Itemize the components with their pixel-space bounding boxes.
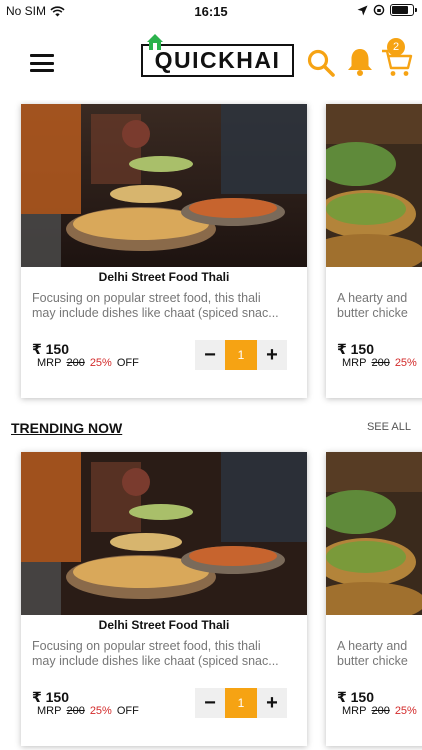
- description-line: butter chicke: [337, 654, 408, 668]
- product-description: Focusing on popular street food, this th…: [32, 639, 296, 669]
- discount-percent: 25%: [89, 705, 112, 717]
- off-label: OFF: [116, 705, 139, 717]
- decrement-button[interactable]: −: [195, 340, 225, 370]
- product-price: ₹ 150: [337, 341, 374, 357]
- location-arrow-icon: [357, 5, 368, 15]
- mrp-label: MRP: [37, 705, 62, 717]
- trending-carousel[interactable]: Delhi Street Food Thali Focusing on popu…: [0, 448, 422, 746]
- search-icon[interactable]: [306, 48, 336, 78]
- trending-section-header: TRENDING NOW SEE ALL: [0, 420, 422, 440]
- product-price: ₹ 150: [32, 341, 69, 357]
- mrp-label: MRP: [37, 357, 62, 369]
- product-title: Delhi Street Food Thali: [98, 270, 230, 284]
- battery-icon: [390, 4, 417, 16]
- mrp-info: MRP 200 25%: [342, 357, 417, 369]
- product-card[interactable]: Delhi Street Food Thali Focusing on popu…: [21, 452, 307, 746]
- description-line: Focusing on popular street food, this th…: [32, 291, 261, 305]
- product-image[interactable]: [21, 104, 307, 267]
- home-feed[interactable]: Delhi Street Food Thali Focusing on popu…: [0, 100, 422, 750]
- mrp-info: MRP 200 25% OFF: [37, 705, 139, 717]
- app-header: QUICKHAI 2: [0, 24, 422, 102]
- increment-button[interactable]: +: [257, 340, 287, 370]
- featured-carousel[interactable]: Delhi Street Food Thali Focusing on popu…: [0, 100, 422, 398]
- cart-count-badge: 2: [387, 38, 405, 56]
- product-description: Focusing on popular street food, this th…: [32, 291, 296, 321]
- mrp-value: 200: [371, 357, 390, 369]
- product-description: A hearty and butter chicke: [337, 639, 422, 669]
- off-label: OFF: [116, 357, 139, 369]
- product-title: Delhi Street Food Thali: [98, 618, 230, 632]
- rotation-lock-icon: [373, 4, 385, 16]
- mrp-label: MRP: [342, 705, 367, 717]
- mrp-value: 200: [66, 705, 85, 717]
- logo-text: QUICKHAI: [154, 47, 281, 73]
- description-line: butter chicke: [337, 306, 408, 320]
- discount-percent: 25%: [394, 705, 417, 717]
- description-line: Focusing on popular street food, this th…: [32, 639, 261, 653]
- mrp-info: MRP 200 25%: [342, 705, 417, 717]
- quantity-value: 1: [225, 688, 257, 718]
- description-line: A hearty and: [337, 639, 408, 653]
- product-price: ₹ 150: [337, 689, 374, 705]
- product-image[interactable]: [326, 452, 422, 615]
- quantity-value: 1: [225, 340, 257, 370]
- bell-icon[interactable]: [344, 46, 376, 78]
- status-bar: No SIM 16:15: [0, 0, 422, 22]
- section-title: TRENDING NOW: [11, 420, 123, 436]
- quantity-stepper[interactable]: − 1 +: [195, 340, 287, 370]
- product-price: ₹ 150: [32, 689, 69, 705]
- increment-button[interactable]: +: [257, 688, 287, 718]
- description-line: may include dishes like chaat (spiced sn…: [32, 654, 279, 668]
- mrp-label: MRP: [342, 357, 367, 369]
- product-card[interactable]: Delhi Street Food Thali Focusing on popu…: [21, 104, 307, 398]
- description-line: may include dishes like chaat (spiced sn…: [32, 306, 279, 320]
- mrp-value: 200: [66, 357, 85, 369]
- hamburger-menu-icon[interactable]: [30, 54, 54, 72]
- mrp-info: MRP 200 25% OFF: [37, 357, 139, 369]
- product-description: A hearty and butter chicke: [337, 291, 422, 321]
- discount-percent: 25%: [89, 357, 112, 369]
- discount-percent: 25%: [394, 357, 417, 369]
- app-logo[interactable]: QUICKHAI: [141, 34, 294, 77]
- decrement-button[interactable]: −: [195, 688, 225, 718]
- product-image[interactable]: [326, 104, 422, 267]
- product-card[interactable]: A hearty and butter chicke ₹ 150 MRP 200…: [326, 452, 422, 746]
- product-image[interactable]: [21, 452, 307, 615]
- description-line: A hearty and: [337, 291, 408, 305]
- quantity-stepper[interactable]: − 1 +: [195, 688, 287, 718]
- mrp-value: 200: [371, 705, 390, 717]
- product-card[interactable]: A hearty and butter chicke ₹ 150 MRP 200…: [326, 104, 422, 398]
- house-icon: [147, 34, 163, 50]
- see-all-link[interactable]: SEE ALL: [367, 421, 411, 433]
